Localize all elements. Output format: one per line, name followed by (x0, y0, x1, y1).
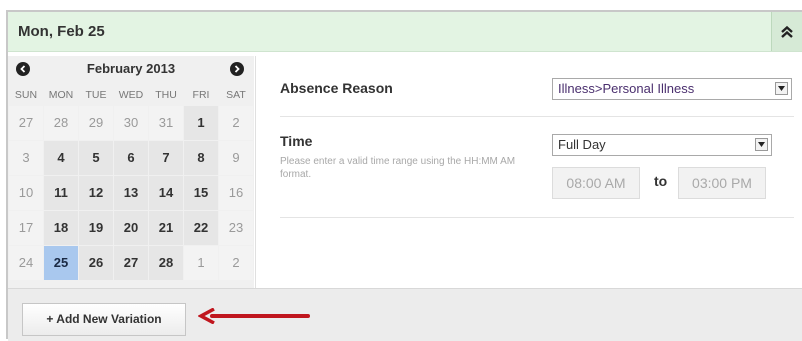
to-label: to (654, 173, 668, 189)
calendar-day[interactable]: 10 (9, 176, 43, 210)
calendar-day[interactable]: 24 (9, 246, 43, 280)
calendar-day[interactable]: 2 (219, 246, 253, 280)
calendar-day[interactable]: 20 (114, 211, 148, 245)
time-range-select[interactable]: Full Day (552, 134, 772, 156)
calendar-week: 24 25 26 27 28 1 2 (9, 246, 253, 280)
calendar-day[interactable]: 21 (149, 211, 183, 245)
calendar-day[interactable]: 3 (9, 141, 43, 175)
weekday-label: SAT (226, 89, 246, 101)
calendar-day[interactable]: 4 (44, 141, 78, 175)
calendar-day[interactable]: 1 (184, 246, 218, 280)
calendar-day[interactable]: 6 (114, 141, 148, 175)
next-month-button[interactable] (230, 62, 244, 76)
calendar-month-label: February 2013 (86, 61, 176, 76)
weekday-label: TUE (85, 89, 107, 101)
calendar-day[interactable]: 14 (149, 176, 183, 210)
variation-panel: Mon, Feb 25 February 2013 SUN MON TUE WE… (6, 10, 802, 341)
calendar-day[interactable]: 23 (219, 211, 253, 245)
calendar: February 2013 SUN MON TUE WED THU FRI SA… (8, 56, 254, 288)
calendar-day[interactable]: 13 (114, 176, 148, 210)
calendar-day[interactable]: 9 (219, 141, 253, 175)
calendar-week: 10 11 12 13 14 15 16 (9, 176, 253, 210)
dropdown-arrow-icon (755, 138, 768, 151)
weekday-header-row: SUN MON TUE WED THU FRI SAT (9, 84, 253, 106)
arrow-left-icon (198, 308, 310, 324)
calendar-nav: February 2013 (8, 56, 254, 82)
calendar-day[interactable]: 7 (149, 141, 183, 175)
calendar-day[interactable]: 30 (114, 106, 148, 140)
calendar-day[interactable]: 1 (184, 106, 218, 140)
calendar-grid: SUN MON TUE WED THU FRI SAT 27 28 29 30 … (9, 84, 253, 281)
calendar-day[interactable]: 27 (9, 106, 43, 140)
calendar-week: 3 4 5 6 7 8 9 (9, 141, 253, 175)
absence-reason-row: Absence Reason Illness>Personal Illness (280, 56, 794, 117)
calendar-day[interactable]: 12 (79, 176, 113, 210)
column-divider (255, 56, 256, 288)
weekday-label: SUN (14, 89, 38, 101)
calendar-day[interactable]: 28 (149, 246, 183, 280)
panel-footer: + Add New Variation (8, 288, 802, 341)
calendar-day[interactable]: 11 (44, 176, 78, 210)
calendar-day[interactable]: 16 (219, 176, 253, 210)
dropdown-arrow-icon (775, 82, 788, 95)
end-time-input[interactable]: 03:00 PM (678, 167, 766, 199)
calendar-day[interactable]: 26 (79, 246, 113, 280)
calendar-day[interactable]: 22 (184, 211, 218, 245)
time-hint: Please enter a valid time range using th… (280, 156, 516, 180)
double-chevron-up-icon (781, 25, 793, 38)
date-title: Mon, Feb 25 (18, 23, 105, 40)
calendar-day[interactable]: 5 (79, 141, 113, 175)
calendar-day[interactable]: 8 (184, 141, 218, 175)
calendar-day[interactable]: 15 (184, 176, 218, 210)
weekday-label: WED (118, 89, 144, 101)
calendar-day[interactable]: 27 (114, 246, 148, 280)
calendar-day[interactable]: 17 (9, 211, 43, 245)
calendar-day[interactable]: 28 (44, 106, 78, 140)
calendar-week: 17 18 19 20 21 22 23 (9, 211, 253, 245)
weekday-label: MON (48, 89, 74, 101)
time-label: Time (280, 133, 313, 149)
calendar-week: 27 28 29 30 31 1 2 (9, 106, 253, 140)
weekday-label: FRI (192, 89, 210, 101)
time-row: Time Please enter a valid time range usi… (280, 117, 794, 218)
time-range-value: Full Day (558, 137, 606, 152)
chevron-right-icon (234, 65, 240, 73)
weekday-label: THU (155, 89, 177, 101)
absence-reason-select[interactable]: Illness>Personal Illness (552, 78, 792, 100)
panel-header: Mon, Feb 25 (8, 12, 802, 52)
collapse-button[interactable] (771, 12, 802, 51)
start-time-input[interactable]: 08:00 AM (552, 167, 640, 199)
calendar-day-selected[interactable]: 25 (44, 246, 78, 280)
calendar-day[interactable]: 2 (219, 106, 253, 140)
calendar-day[interactable]: 29 (79, 106, 113, 140)
calendar-day[interactable]: 31 (149, 106, 183, 140)
calendar-day[interactable]: 18 (44, 211, 78, 245)
absence-reason-label: Absence Reason (280, 80, 393, 96)
add-new-variation-button[interactable]: + Add New Variation (22, 303, 186, 336)
calendar-day[interactable]: 19 (79, 211, 113, 245)
absence-reason-value: Illness>Personal Illness (558, 81, 695, 96)
